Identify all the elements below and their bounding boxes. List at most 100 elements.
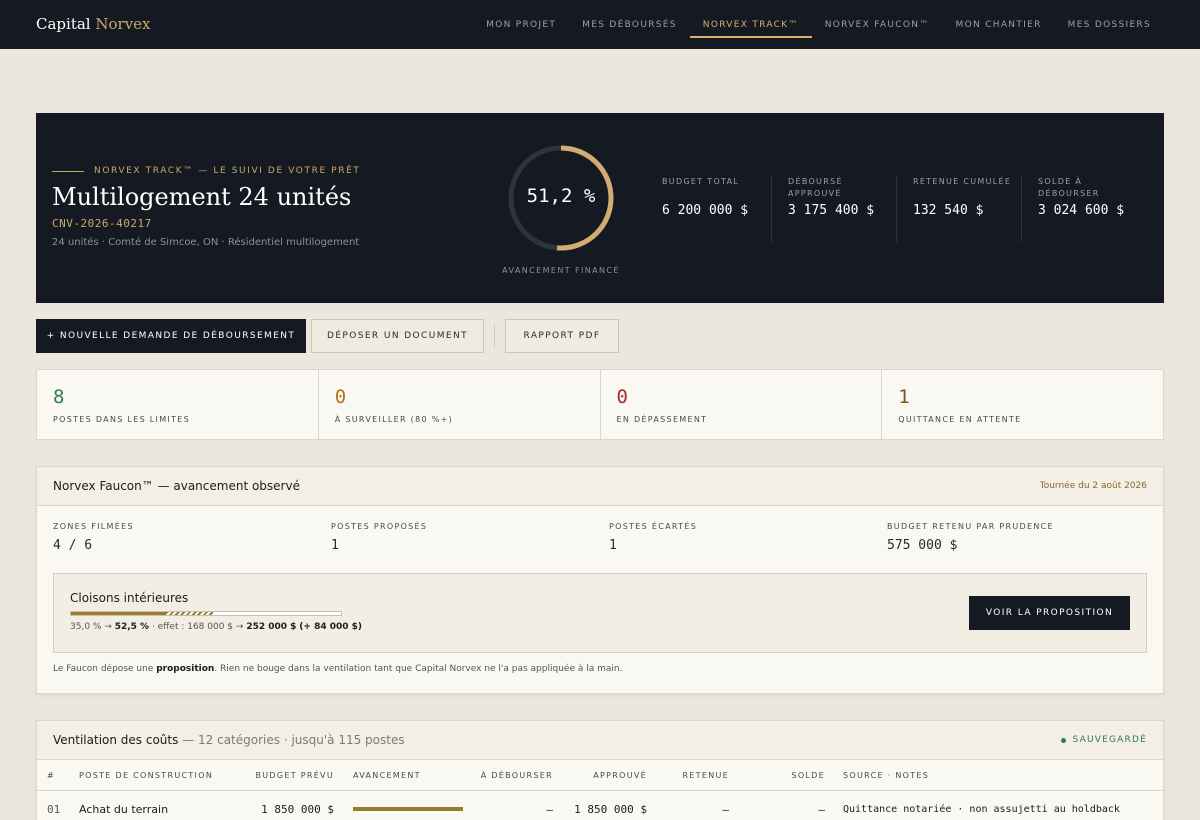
metric-overrun: 0 EN DÉPASSEMENT	[599, 370, 882, 439]
row-holdback: —	[722, 802, 729, 816]
fstat-value: 575 000 $	[887, 538, 958, 553]
faucon-stat-rejected: POSTES ÉCARTÉS 1	[609, 522, 887, 553]
proposal-to-pct: 52,5 %	[114, 622, 150, 632]
stat-value: 132 540 $	[913, 203, 984, 218]
brand-logo[interactable]: Capital Norvex	[36, 15, 151, 33]
saved-label: SAUVEGARDÉ	[1072, 735, 1147, 745]
metric-pending-release: 1 QUITTANCE EN ATTENTE	[881, 370, 1163, 439]
saved-dot-icon	[1060, 737, 1066, 743]
faucon-stats: ZONES FILMÉES 4 / 6 POSTES PROPOSÉS 1 PO…	[53, 522, 1165, 553]
nav-norvex-faucon[interactable]: NORVEX FAUCON™	[812, 0, 943, 49]
proposal-effect: effet : 168 000 $	[157, 622, 234, 632]
progress-value: 51,2 %	[526, 185, 596, 207]
nav-mon-chantier[interactable]: MON CHANTIER	[943, 0, 1055, 49]
nav-mon-projet[interactable]: MON PROJET	[473, 0, 569, 49]
metric-label: EN DÉPASSEMENT	[616, 415, 708, 424]
cost-breakdown-card: Ventilation des coûts — 12 catégories · …	[36, 720, 1164, 820]
metric-to-watch: 0 À SURVEILLER (80 %+)	[317, 370, 600, 439]
metric-label: POSTES DANS LES LIMITES	[53, 415, 190, 424]
col-retenue: RETENUE	[682, 770, 729, 780]
pdf-report-button[interactable]: RAPPORT PDF	[505, 319, 619, 353]
cost-subtitle: — 12 catégories · jusqu'à 115 postes	[182, 733, 405, 747]
main-nav: MON PROJET MES DÉBOURSÉS NORVEX TRACK™ N…	[473, 0, 1164, 49]
stat-label: RETENUE CUMULÉE	[913, 177, 1012, 186]
faucon-stat-proposed: POSTES PROPOSÉS 1	[331, 522, 609, 553]
fstat-label: POSTES ÉCARTÉS	[609, 522, 698, 531]
row-number: 01	[47, 802, 61, 816]
fstat-value: 1	[609, 538, 617, 553]
status-metrics: 8 POSTES DANS LES LIMITES 0 À SURVEILLER…	[36, 369, 1164, 440]
cost-card-header: Ventilation des coûts — 12 catégories · …	[37, 721, 1163, 760]
faucon-stat-zones: ZONES FILMÉES 4 / 6	[53, 522, 331, 553]
proposal-title: Cloisons intérieures	[70, 591, 189, 605]
metric-value: 8	[53, 386, 65, 408]
eyebrow-text: NORVEX TRACK™ — LE SUIVI DE VOTRE PRÊT	[94, 166, 361, 176]
row-notes: Quittance notariée · non assujetti au ho…	[843, 803, 1120, 815]
row-approved: 1 850 000 $	[574, 802, 647, 816]
brand-name: Capital	[36, 15, 91, 33]
top-bar: Capital Norvex MON PROJET MES DÉBOURSÉS …	[0, 0, 1200, 49]
fstat-label: ZONES FILMÉES	[53, 522, 134, 531]
project-title: Multilogement 24 unités	[52, 183, 352, 211]
hero-eyebrow: NORVEX TRACK™ — LE SUIVI DE VOTRE PRÊT	[52, 166, 360, 176]
stat-solde-a-debourser: SOLDE À DÉBOURSER 3 024 600 $	[1021, 176, 1146, 242]
project-subtitle: 24 unités · Comté de Simcoe, ON · Réside…	[52, 237, 360, 248]
saved-status: SAUVEGARDÉ	[1060, 735, 1147, 745]
action-bar: + NOUVELLE DEMANDE DE DÉBOURSEMENT DÉPOS…	[36, 319, 619, 353]
project-code: CNV-2026-40217	[52, 217, 152, 230]
metric-value: 0	[334, 386, 347, 408]
stat-value: 3 024 600 $	[1038, 203, 1125, 218]
metric-value: 1	[898, 386, 910, 408]
cost-title-text: Ventilation des coûts	[53, 733, 179, 747]
metric-label: QUITTANCE EN ATTENTE	[898, 415, 1022, 424]
proposal-summary: 35,0 % → 52,5 % · effet : 168 000 $ → 25…	[70, 622, 363, 632]
proposal-progress-proposed	[165, 612, 213, 615]
project-hero: NORVEX TRACK™ — LE SUIVI DE VOTRE PRÊT M…	[36, 113, 1164, 303]
metric-within-limits: 8 POSTES DANS LES LIMITES	[37, 370, 318, 439]
proposal-new-amount: 252 000 $	[246, 622, 297, 632]
action-divider	[494, 324, 495, 348]
row-balance: —	[818, 802, 825, 816]
col-budget: BUDGET PRÉVU	[255, 770, 334, 780]
nav-norvex-track[interactable]: NORVEX TRACK™	[689, 0, 812, 49]
col-number: #	[47, 770, 56, 780]
metric-value: 0	[616, 386, 628, 408]
new-disbursement-button[interactable]: + NOUVELLE DEMANDE DE DÉBOURSEMENT	[36, 319, 306, 353]
fstat-label: POSTES PROPOSÉS	[331, 522, 428, 531]
proposal-from-pct: 35,0 %	[70, 622, 102, 632]
col-solde: SOLDE	[791, 770, 825, 780]
stat-label: SOLDE À DÉBOURSER	[1038, 177, 1100, 198]
fstat-label: BUDGET RETENU PAR PRUDENCE	[887, 522, 1054, 531]
stat-value: 6 200 000 $	[662, 203, 749, 218]
col-poste: POSTE DE CONSTRUCTION	[79, 770, 214, 780]
faucon-note: Le Faucon dépose une proposition. Rien n…	[53, 664, 622, 674]
faucon-stat-withheld: BUDGET RETENU PAR PRUDENCE 575 000 $	[887, 522, 1165, 553]
fstat-value: 4 / 6	[53, 538, 93, 553]
cost-table-header: # POSTE DE CONSTRUCTION BUDGET PRÉVU AVA…	[37, 760, 1163, 791]
upload-document-button[interactable]: DÉPOSER UN DOCUMENT	[311, 319, 484, 353]
proposal-box: Cloisons intérieures 35,0 % → 52,5 % · e…	[53, 573, 1147, 653]
eyebrow-line	[52, 170, 84, 172]
stat-value: 3 175 400 $	[788, 203, 875, 218]
table-row[interactable]: 01 Achat du terrain 1 850 000 $ — 1 850 …	[37, 792, 1163, 820]
nav-mes-dossiers[interactable]: MES DOSSIERS	[1055, 0, 1164, 49]
hero-stats: BUDGET TOTAL 6 200 000 $ DÉBOURSÉ APPROU…	[646, 176, 1146, 242]
fstat-value: 1	[331, 538, 339, 553]
brand-accent: Norvex	[95, 15, 151, 33]
view-proposal-button[interactable]: VOIR LA PROPOSITION	[969, 596, 1130, 630]
row-name: Achat du terrain	[79, 802, 169, 816]
stat-retenue-cumulee: RETENUE CUMULÉE 132 540 $	[896, 176, 1021, 242]
stat-label: BUDGET TOTAL	[662, 177, 740, 186]
nav-mes-debourses[interactable]: MES DÉBOURSÉS	[569, 0, 690, 49]
faucon-card-header: Norvex Faucon™ — avancement observé Tour…	[37, 467, 1163, 506]
row-budget: 1 850 000 $	[261, 802, 334, 816]
row-to-disburse: —	[546, 802, 553, 816]
metric-label: À SURVEILLER (80 %+)	[334, 415, 454, 424]
cost-title: Ventilation des coûts — 12 catégories · …	[53, 733, 405, 747]
col-source-notes: SOURCE · NOTES	[843, 770, 930, 780]
note-suffix: . Rien ne bouge dans la ventilation tant…	[214, 664, 623, 674]
stat-debourse-approuve: DÉBOURSÉ APPROUVÉ 3 175 400 $	[771, 176, 896, 242]
proposal-delta: (+ 84 000 $)	[299, 622, 363, 632]
row-progress	[353, 792, 463, 820]
col-approuve: APPROUVÉ	[593, 770, 647, 780]
